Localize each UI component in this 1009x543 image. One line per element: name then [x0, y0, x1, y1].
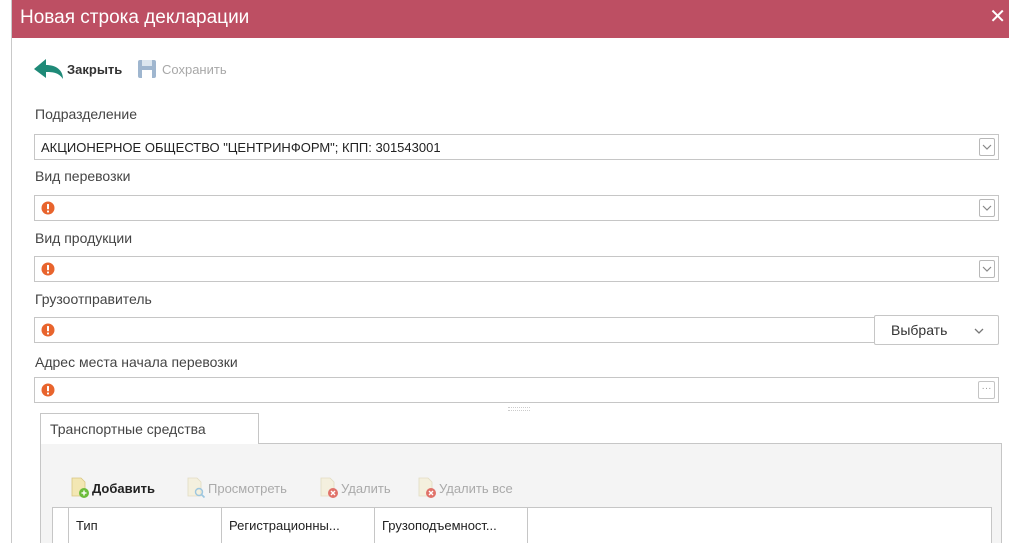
dialog-window: Новая строка декларации ✕ Закрыть Сохран…	[11, 0, 1009, 543]
splitter-handle[interactable]	[508, 407, 530, 411]
add-vehicle-label: Добавить	[92, 480, 155, 496]
error-icon	[41, 262, 55, 276]
delete-vehicle-label: Удалить	[341, 480, 391, 496]
delete-all-vehicles-button[interactable]: Удалить все	[417, 476, 513, 500]
subdivision-label: Подразделение	[35, 106, 138, 122]
title-bar: Новая строка декларации ✕	[12, 0, 1009, 38]
view-vehicle-label: Просмотреть	[208, 480, 287, 496]
column-header-label: Грузоподъемност...	[382, 518, 497, 533]
column-header-label: Регистрационны...	[229, 518, 340, 533]
subdivision-value: АКЦИОНЕРНОЕ ОБЩЕСТВО "ЦЕНТРИНФОРМ"; КПП:…	[41, 140, 441, 155]
start-address-label: Адрес места начала перевозки	[35, 354, 238, 370]
ellipsis-icon[interactable]: ···	[978, 381, 995, 399]
product-type-label: Вид продукции	[35, 230, 133, 246]
window-title: Новая строка декларации	[20, 7, 250, 28]
product-type-select[interactable]	[34, 256, 999, 282]
close-button[interactable]: Закрыть	[32, 57, 122, 81]
save-button[interactable]: Сохранить	[136, 57, 227, 81]
back-arrow-icon	[34, 59, 63, 79]
error-icon	[41, 201, 55, 215]
shipper-label: Грузоотправитель	[35, 291, 152, 307]
delete-vehicle-button[interactable]: Удалить	[319, 476, 391, 500]
transport-type-label: Вид перевозки	[35, 168, 131, 184]
view-vehicle-button[interactable]: Просмотреть	[186, 476, 287, 500]
tab-vehicles[interactable]: Транспортные средства	[40, 413, 259, 444]
column-header-registration[interactable]: Регистрационны...	[222, 508, 375, 543]
close-icon[interactable]: ✕	[989, 5, 1006, 29]
shipper-select-label: Выбрать	[891, 322, 948, 338]
close-button-label: Закрыть	[67, 61, 123, 77]
desktop-background	[0, 0, 11, 543]
start-address-field[interactable]: ···	[34, 377, 999, 403]
save-button-label: Сохранить	[162, 61, 227, 77]
column-header-capacity[interactable]: Грузоподъемност...	[375, 508, 528, 543]
error-icon	[41, 383, 55, 397]
document-delete-icon	[418, 477, 436, 498]
transport-type-select[interactable]	[34, 195, 999, 221]
column-header-type[interactable]: Тип	[69, 508, 222, 543]
add-vehicle-button[interactable]: Добавить	[70, 476, 155, 500]
column-header-label: Тип	[76, 518, 98, 533]
shipper-field[interactable]	[34, 317, 880, 343]
chevron-down-icon[interactable]	[979, 260, 995, 278]
subdivision-select[interactable]: АКЦИОНЕРНОЕ ОБЩЕСТВО "ЦЕНТРИНФОРМ"; КПП:…	[34, 134, 999, 160]
shipper-select-button[interactable]: Выбрать	[874, 315, 999, 345]
document-view-icon	[187, 477, 206, 499]
document-add-icon	[71, 477, 89, 498]
chevron-down-icon[interactable]	[979, 138, 995, 156]
error-icon	[41, 323, 55, 337]
document-delete-icon	[320, 477, 338, 498]
tab-vehicles-label: Транспортные средства	[50, 421, 206, 437]
chevron-down-icon[interactable]	[979, 199, 995, 217]
vehicles-table: Тип Регистрационны... Грузоподъемност...	[52, 507, 992, 543]
chevron-down-icon	[974, 328, 984, 334]
row-selector-column	[53, 508, 69, 543]
delete-all-vehicles-label: Удалить все	[439, 480, 513, 496]
floppy-disk-icon	[138, 60, 156, 78]
